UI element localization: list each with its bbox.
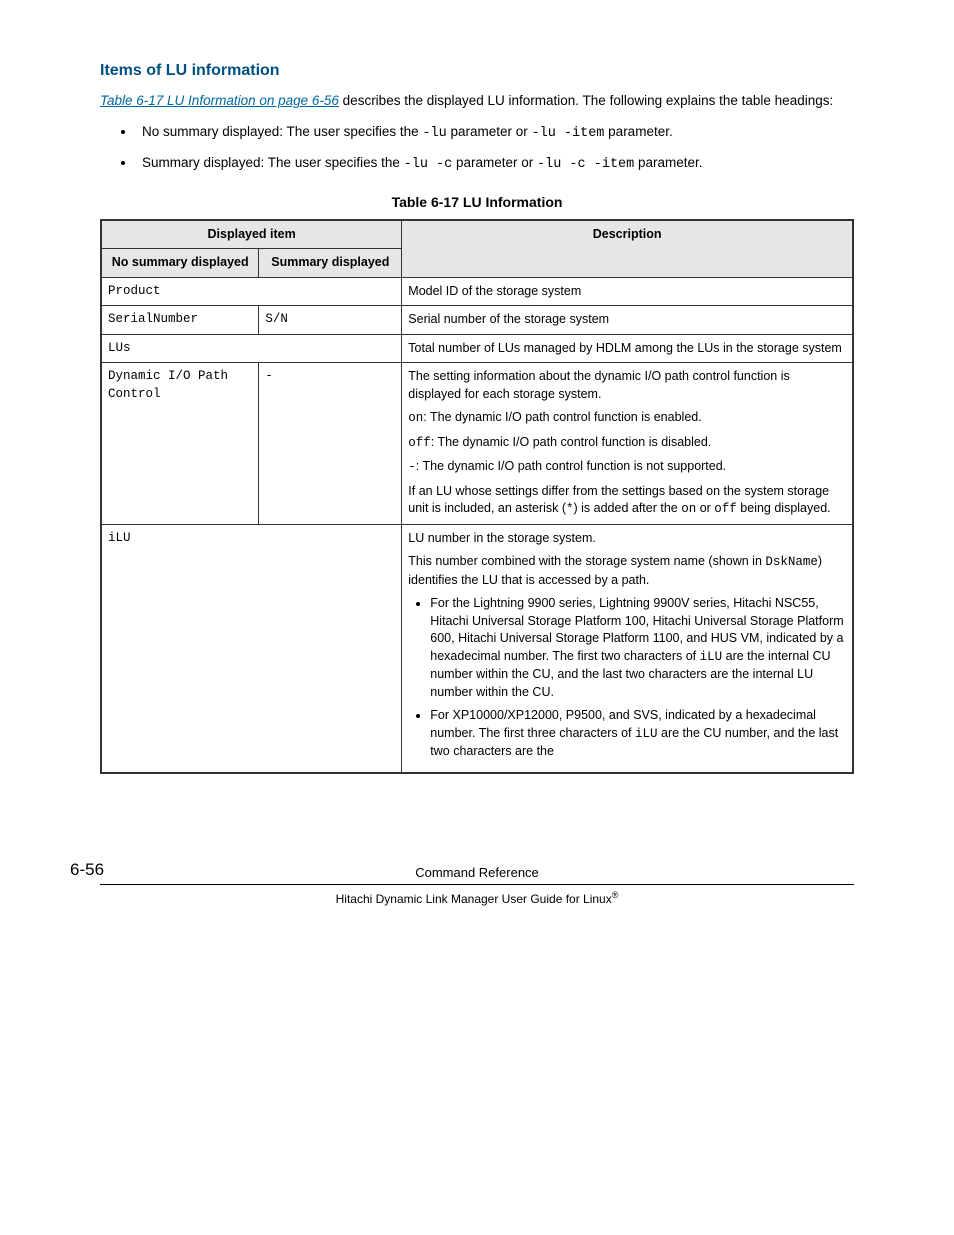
desc-para: off: The dynamic I/O path control functi… — [408, 434, 846, 453]
section-heading: Items of LU information — [100, 60, 854, 82]
cell-sn: S/N — [259, 306, 402, 335]
intro-text: describes the displayed LU information. … — [339, 93, 833, 108]
table-row: LUs Total number of LUs managed by HDLM … — [101, 334, 853, 363]
desc-para: If an LU whose settings differ from the … — [408, 483, 846, 519]
cell-desc: Total number of LUs managed by HDLM amon… — [402, 334, 853, 363]
table-row: iLU LU number in the storage system. Thi… — [101, 524, 853, 773]
cell-desc: LU number in the storage system. This nu… — [402, 524, 853, 773]
text: or — [696, 501, 714, 515]
cell-desc: The setting information about the dynami… — [402, 363, 853, 525]
cell-product: Product — [101, 277, 402, 306]
cell-dash: - — [259, 363, 402, 525]
footer-title: Command Reference — [100, 864, 854, 885]
text: : The dynamic I/O path control function … — [416, 459, 726, 473]
cell-serialnumber: SerialNumber — [101, 306, 259, 335]
desc-para: This number combined with the storage sy… — [408, 553, 846, 589]
text: parameter. — [634, 155, 702, 170]
text: Hitachi Dynamic Link Manager User Guide … — [336, 892, 612, 906]
text: : The dynamic I/O path control function … — [423, 410, 701, 424]
text: This number combined with the storage sy… — [408, 554, 765, 568]
desc-para: -: The dynamic I/O path control function… — [408, 458, 846, 477]
code: on — [681, 502, 696, 516]
code: iLU — [635, 727, 658, 741]
text: ) is added after the — [574, 501, 682, 515]
list-item: For XP10000/XP12000, P9500, and SVS, ind… — [430, 707, 846, 761]
table-row: Product Model ID of the storage system — [101, 277, 853, 306]
desc-sublist: For the Lightning 9900 series, Lightning… — [408, 595, 846, 761]
code: DskName — [765, 555, 818, 569]
table-caption: Table 6-17 LU Information — [100, 193, 854, 213]
text: No summary displayed: The user specifies… — [142, 124, 422, 139]
code: -lu — [422, 126, 446, 141]
page-number: 6-56 — [70, 858, 104, 882]
code: -lu -item — [532, 126, 605, 141]
code: on — [408, 411, 423, 425]
text: Summary displayed: The user specifies th… — [142, 155, 404, 170]
intro-paragraph: Table 6-17 LU Information on page 6-56 d… — [100, 92, 854, 111]
cell-dynamic-io: Dynamic I/O Path Control — [101, 363, 259, 525]
table-row: SerialNumber S/N Serial number of the st… — [101, 306, 853, 335]
code: iLU — [700, 650, 723, 664]
desc-para: on: The dynamic I/O path control functio… — [408, 409, 846, 428]
cell-lus: LUs — [101, 334, 402, 363]
page-footer: 6-56 Command Reference Hitachi Dynamic L… — [100, 864, 854, 908]
code: -lu -c -item — [537, 157, 634, 172]
lu-information-table: Displayed item Description No summary di… — [100, 219, 854, 774]
text: being displayed. — [737, 501, 831, 515]
col-header-summary: Summary displayed — [259, 249, 402, 278]
code: - — [408, 460, 416, 474]
cell-ilu: iLU — [101, 524, 402, 773]
desc-para: LU number in the storage system. — [408, 530, 846, 548]
list-item: For the Lightning 9900 series, Lightning… — [430, 595, 846, 701]
table-reference-link[interactable]: Table 6-17 LU Information on page 6-56 — [100, 93, 339, 108]
col-header-no-summary: No summary displayed — [101, 249, 259, 278]
desc-para: The setting information about the dynami… — [408, 368, 846, 403]
text: : The dynamic I/O path control function … — [431, 435, 711, 449]
code: -lu -c — [404, 157, 453, 172]
text: parameter or — [452, 155, 537, 170]
heading-explanations-list: No summary displayed: The user specifies… — [100, 123, 854, 175]
code: off — [408, 436, 431, 450]
list-item: Summary displayed: The user specifies th… — [136, 154, 854, 175]
text: parameter. — [604, 124, 672, 139]
col-header-displayed-item: Displayed item — [101, 220, 402, 249]
code: * — [566, 502, 574, 516]
col-header-description: Description — [402, 220, 853, 278]
text: parameter or — [447, 124, 532, 139]
registered-mark: ® — [612, 890, 619, 900]
cell-desc: Model ID of the storage system — [402, 277, 853, 306]
code: off — [714, 502, 737, 516]
footer-subtitle: Hitachi Dynamic Link Manager User Guide … — [100, 889, 854, 908]
list-item: No summary displayed: The user specifies… — [136, 123, 854, 144]
cell-desc: Serial number of the storage system — [402, 306, 853, 335]
table-row: Dynamic I/O Path Control - The setting i… — [101, 363, 853, 525]
